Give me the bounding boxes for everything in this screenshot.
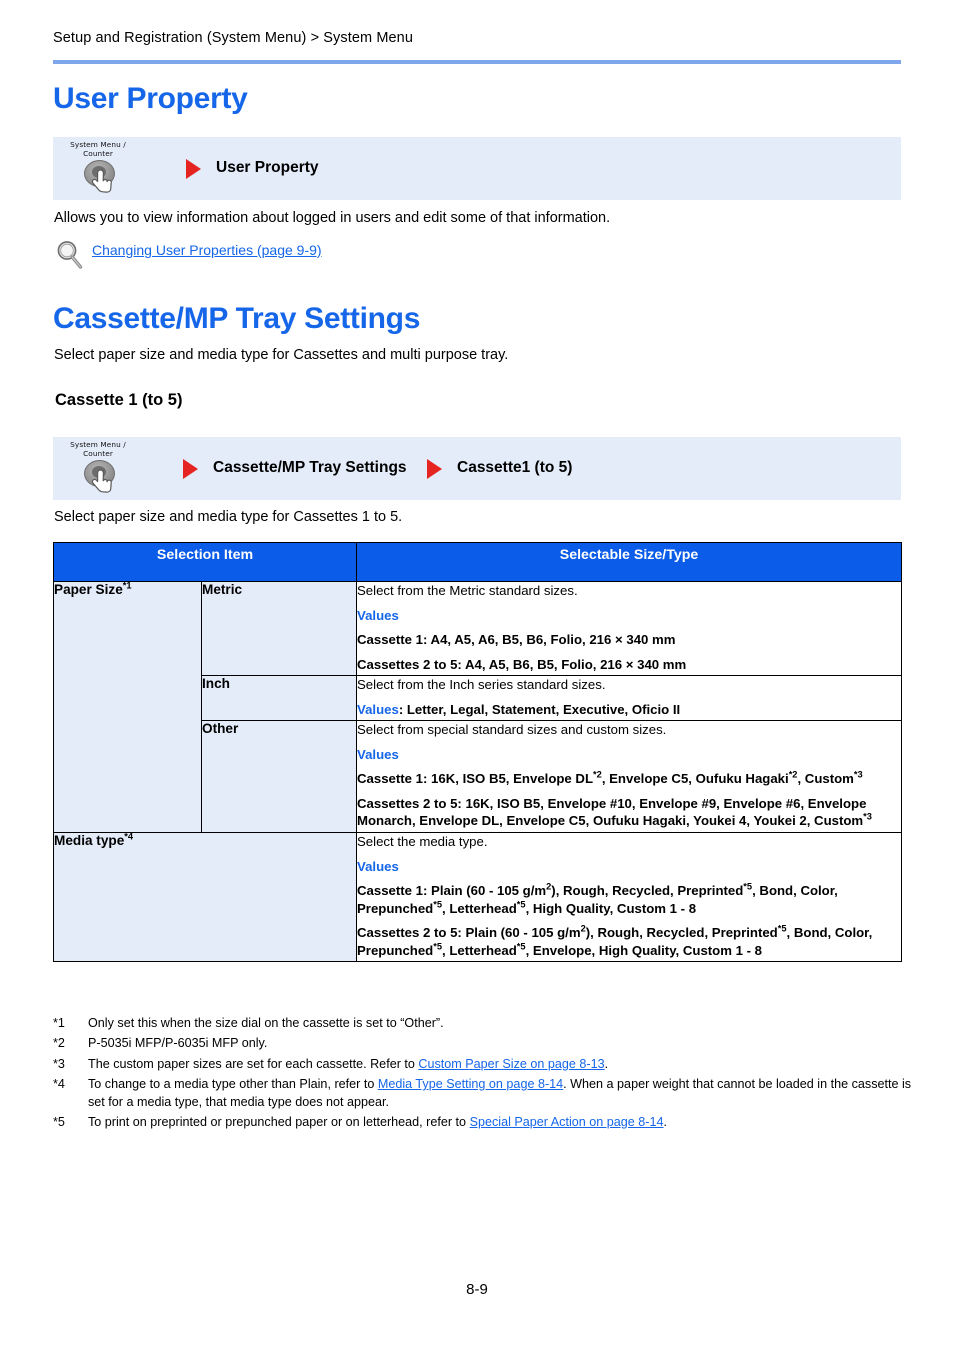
cell-selectable-size-type: Select the media type. Values Cassette 1: … — [356, 832, 903, 963]
link-changing-user-properties[interactable]: Changing User Properties (page 9-9) — [92, 242, 322, 258]
cell-line: Select from special standard sizes and c… — [357, 722, 667, 738]
column-header-selectable-size-type: Selectable Size/Type — [356, 542, 903, 582]
key-label: System Menu / Counter — [62, 440, 134, 458]
header-divider — [53, 60, 901, 64]
footnote-marker: *4 — [53, 1077, 65, 1092]
cell-selection-item: Paper Size*1 — [53, 581, 202, 834]
cell-line: Cassettes 2 to 5: Plain (60 - 105 g/m2),… — [357, 923, 873, 958]
key-label: System Menu / Counter — [62, 140, 134, 158]
cell-selection-subitem: Metric — [200, 580, 358, 677]
system-menu-counter-key[interactable]: System Menu / Counter — [62, 140, 134, 197]
cassette-settings-table: Selection Item Selectable Size/Type Pape… — [52, 542, 903, 963]
nav-step-cassette1-to-5[interactable]: Cassette1 (to 5) — [457, 459, 572, 477]
footnote: *3 The custom paper sizes are set for eac… — [53, 1056, 913, 1073]
nav-path-user-property: System Menu / Counter User Property — [53, 137, 901, 200]
magnifier-icon — [57, 241, 83, 269]
footnote-text-after: . — [604, 1056, 609, 1071]
footnote: *1 Only set this when the size dial on th… — [53, 1015, 913, 1032]
cell-selection-subitem: Other — [200, 720, 358, 834]
cell-line: Values — [357, 607, 399, 623]
page-title-user-property: User Property — [53, 82, 248, 115]
table-row: Paper Size*1 Metric Select from the Metric… — [53, 580, 903, 834]
user-property-description: Allows you to view information about log… — [54, 210, 611, 226]
cell-selectable-size-type: Select from the Inch series standard siz… — [356, 675, 903, 722]
nav-step-cassette-mp-tray-settings[interactable]: Cassette/MP Tray Settings — [213, 459, 407, 477]
key-label-line2: Counter — [83, 448, 113, 458]
nav-arrow-icon — [186, 159, 201, 179]
system-menu-counter-key[interactable]: System Menu / Counter — [62, 440, 134, 497]
key-label-line2: Counter — [83, 148, 113, 158]
footnote-text-after: . — [663, 1114, 668, 1129]
footnote-link[interactable]: Special Paper Action on page 8-14 — [470, 1115, 664, 1129]
footnote-marker: *5 — [53, 1114, 65, 1129]
cell-line: Select the media type. — [357, 834, 488, 850]
footnote: *4 To change to a media type other than P… — [53, 1076, 913, 1111]
footnote-text: P-5035i MFP/P-6035i MFP only. — [88, 1036, 268, 1051]
column-header-selection-item: Selection Item — [52, 542, 358, 582]
cassette-sub-intro-text: Select paper size and media type for Cas… — [54, 509, 403, 525]
nav-arrow-icon — [427, 459, 442, 479]
cassette-intro-text: Select paper size and media type for Cas… — [54, 347, 509, 363]
footnote: *2 P-5035i MFP/P-6035i MFP only. — [53, 1035, 913, 1052]
footnote-link[interactable]: Custom Paper Size on page 8-13 — [418, 1057, 604, 1071]
footnote-text: To change to a media type other than Pla… — [88, 1077, 378, 1092]
breadcrumb: Setup and Registration (System Menu) > S… — [53, 30, 414, 46]
table-row: Media type*4 Select the media type. Values… — [52, 832, 903, 963]
pointing-hand-icon — [91, 169, 112, 193]
cell-line: Cassette 1: 16K, ISO B5, Envelope DL*2, … — [357, 769, 863, 787]
nav-arrow-icon — [183, 459, 198, 479]
page-title-cassette-mp-tray: Cassette/MP Tray Settings — [53, 302, 421, 335]
footnote-marker: *3 — [53, 1056, 65, 1071]
cell-selection-item: Media type*4 — [52, 832, 358, 963]
cell-line: Cassette 1: A4, A5, A6, B5, B6, Folio, 2… — [357, 632, 676, 648]
cell-line: Select from the Inch series standard siz… — [357, 677, 606, 693]
footnote-marker: *1 — [53, 1016, 65, 1030]
footnote-text: To print on preprinted or prepunched pap… — [88, 1114, 470, 1129]
pointing-hand-icon — [91, 469, 112, 493]
subheading-cassette-1-to-5: Cassette 1 (to 5) — [55, 391, 183, 409]
table-header-row: Selection Item Selectable Size/Type — [52, 542, 903, 582]
footnote-marker: *2 — [53, 1036, 65, 1051]
cell-line: Values — [357, 858, 399, 874]
document-page: Setup and Registration (System Menu) > S… — [0, 0, 954, 1350]
footnotes-block: *1 Only set this when the size dial on th… — [53, 1015, 913, 1134]
page-number: 8-9 — [466, 1281, 488, 1298]
cell-selectable-size-type: Select from the Metric standard sizes. Va… — [356, 580, 903, 677]
cell-line: Cassette 1: Plain (60 - 105 g/m2), Rough… — [357, 881, 838, 916]
cell-line: Cassettes 2 to 5: 16K, ISO B5, Envelope … — [357, 795, 872, 829]
cell-line: Values: Letter, Legal, Statement, Execut… — [357, 701, 681, 717]
cell-selectable-size-type: Select from special standard sizes and c… — [356, 720, 903, 834]
footnote-text: Only set this when the size dial on the … — [88, 1016, 444, 1030]
footnote-link[interactable]: Media Type Setting on page 8-14 — [378, 1077, 563, 1091]
nav-step-user-property[interactable]: User Property — [216, 159, 319, 177]
nav-path-cassette-mp-tray: System Menu / Counter Cassette/MP Tray S… — [53, 437, 901, 500]
footnote: *5 To print on preprinted or prepunched p… — [53, 1114, 913, 1131]
footnote-text: The custom paper sizes are set for each … — [88, 1056, 419, 1071]
cell-selection-subitem: Inch — [200, 675, 358, 722]
cell-line: Cassettes 2 to 5: A4, A5, B6, B5, Folio,… — [357, 656, 687, 672]
cell-line: Select from the Metric standard sizes. — [357, 583, 578, 598]
cell-line: Values — [357, 746, 399, 762]
